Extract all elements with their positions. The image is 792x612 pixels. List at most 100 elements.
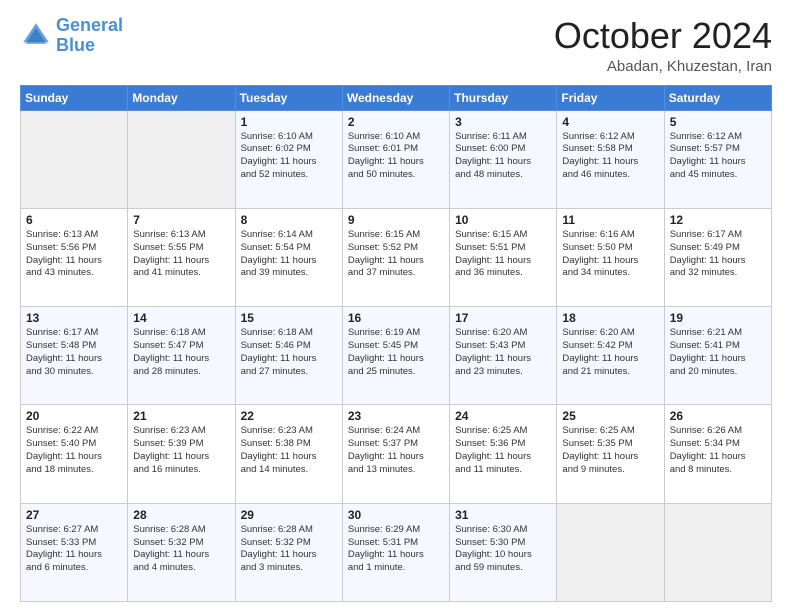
day-number: 22 [241,409,337,423]
day-number: 21 [133,409,229,423]
day-info: Sunrise: 6:15 AM Sunset: 5:52 PM Dayligh… [348,229,444,280]
day-number: 14 [133,311,229,325]
calendar-cell: 11 Sunrise: 6:16 AM Sunset: 5:50 PM Dayli… [557,208,664,306]
day-info: Sunrise: 6:18 AM Sunset: 5:46 PM Dayligh… [241,327,337,378]
day-number: 11 [562,213,658,227]
calendar-cell: 13Sunrise: 6:17 AM Sunset: 5:48 PM Dayli… [21,307,128,405]
day-info: Sunrise: 6:14 AM Sunset: 5:54 PM Dayligh… [241,229,337,280]
calendar-cell: 28Sunrise: 6:28 AM Sunset: 5:32 PM Dayli… [128,503,235,601]
day-number: 20 [26,409,122,423]
calendar-cell: 22 Sunrise: 6:23 AM Sunset: 5:38 PM Dayli… [235,405,342,503]
day-number: 18 [562,311,658,325]
day-number: 2 [348,115,444,129]
day-info: Sunrise: 6:20 AM Sunset: 5:42 PM Dayligh… [562,327,658,378]
logo-icon [20,20,52,52]
day-number: 8 [241,213,337,227]
page: General Blue October 2024 Abadan, Khuzes… [0,0,792,612]
calendar-cell: 29 Sunrise: 6:28 AM Sunset: 5:32 PM Dayli… [235,503,342,601]
day-number: 4 [562,115,658,129]
month-title: October 2024 [554,16,772,56]
calendar-header-row: SundayMondayTuesdayWednesdayThursdayFrid… [21,85,772,110]
header: General Blue October 2024 Abadan, Khuzes… [20,16,772,75]
calendar-cell: 14Sunrise: 6:18 AM Sunset: 5:47 PM Dayli… [128,307,235,405]
day-header-monday: Monday [128,85,235,110]
day-info: Sunrise: 6:10 AM Sunset: 6:02 PM Dayligh… [241,131,337,182]
logo: General Blue [20,16,123,56]
calendar-cell: 12Sunrise: 6:17 AM Sunset: 5:49 PM Dayli… [664,208,771,306]
week-row-3: 13Sunrise: 6:17 AM Sunset: 5:48 PM Dayli… [21,307,772,405]
calendar-body: 1Sunrise: 6:10 AM Sunset: 6:02 PM Daylig… [21,110,772,601]
day-info: Sunrise: 6:25 AM Sunset: 5:36 PM Dayligh… [455,425,551,476]
calendar-cell [557,503,664,601]
calendar-cell: 24 Sunrise: 6:25 AM Sunset: 5:36 PM Dayli… [450,405,557,503]
day-number: 24 [455,409,551,423]
day-number: 7 [133,213,229,227]
week-row-5: 27 Sunrise: 6:27 AM Sunset: 5:33 PM Dayli… [21,503,772,601]
day-number: 17 [455,311,551,325]
day-number: 29 [241,508,337,522]
day-info: Sunrise: 6:13 AM Sunset: 5:55 PM Dayligh… [133,229,229,280]
calendar-cell: 26 Sunrise: 6:26 AM Sunset: 5:34 PM Dayli… [664,405,771,503]
location: Abadan, Khuzestan, Iran [554,58,772,75]
day-info: Sunrise: 6:28 AM Sunset: 5:32 PM Dayligh… [241,524,337,575]
day-info: Sunrise: 6:16 AM Sunset: 5:50 PM Dayligh… [562,229,658,280]
calendar-cell: 8 Sunrise: 6:14 AM Sunset: 5:54 PM Daylig… [235,208,342,306]
day-number: 30 [348,508,444,522]
day-info: Sunrise: 6:23 AM Sunset: 5:39 PM Dayligh… [133,425,229,476]
day-info: Sunrise: 6:13 AM Sunset: 5:56 PM Dayligh… [26,229,122,280]
calendar-cell [664,503,771,601]
calendar-cell: 4Sunrise: 6:12 AM Sunset: 5:58 PM Daylig… [557,110,664,208]
week-row-4: 20 Sunrise: 6:22 AM Sunset: 5:40 PM Dayli… [21,405,772,503]
day-info: Sunrise: 6:28 AM Sunset: 5:32 PM Dayligh… [133,524,229,575]
calendar-cell: 10 Sunrise: 6:15 AM Sunset: 5:51 PM Dayli… [450,208,557,306]
logo-text: General Blue [56,16,123,56]
day-info: Sunrise: 6:21 AM Sunset: 5:41 PM Dayligh… [670,327,766,378]
day-number: 31 [455,508,551,522]
day-info: Sunrise: 6:24 AM Sunset: 5:37 PM Dayligh… [348,425,444,476]
calendar-cell: 27 Sunrise: 6:27 AM Sunset: 5:33 PM Dayli… [21,503,128,601]
day-info: Sunrise: 6:26 AM Sunset: 5:34 PM Dayligh… [670,425,766,476]
day-info: Sunrise: 6:23 AM Sunset: 5:38 PM Dayligh… [241,425,337,476]
day-info: Sunrise: 6:25 AM Sunset: 5:35 PM Dayligh… [562,425,658,476]
calendar-cell: 25Sunrise: 6:25 AM Sunset: 5:35 PM Dayli… [557,405,664,503]
day-number: 19 [670,311,766,325]
day-number: 12 [670,213,766,227]
day-info: Sunrise: 6:15 AM Sunset: 5:51 PM Dayligh… [455,229,551,280]
day-number: 15 [241,311,337,325]
calendar-cell: 31 Sunrise: 6:30 AM Sunset: 5:30 PM Dayli… [450,503,557,601]
calendar-table: SundayMondayTuesdayWednesdayThursdayFrid… [20,85,772,602]
calendar-cell: 21 Sunrise: 6:23 AM Sunset: 5:39 PM Dayli… [128,405,235,503]
calendar-cell: 1Sunrise: 6:10 AM Sunset: 6:02 PM Daylig… [235,110,342,208]
day-number: 6 [26,213,122,227]
day-number: 10 [455,213,551,227]
day-number: 27 [26,508,122,522]
day-info: Sunrise: 6:10 AM Sunset: 6:01 PM Dayligh… [348,131,444,182]
week-row-2: 6 Sunrise: 6:13 AM Sunset: 5:56 PM Daylig… [21,208,772,306]
day-number: 9 [348,213,444,227]
day-header-tuesday: Tuesday [235,85,342,110]
calendar-cell: 9 Sunrise: 6:15 AM Sunset: 5:52 PM Daylig… [342,208,449,306]
calendar-cell [21,110,128,208]
day-header-friday: Friday [557,85,664,110]
day-number: 13 [26,311,122,325]
calendar-cell: 7 Sunrise: 6:13 AM Sunset: 5:55 PM Daylig… [128,208,235,306]
day-number: 26 [670,409,766,423]
day-info: Sunrise: 6:27 AM Sunset: 5:33 PM Dayligh… [26,524,122,575]
title-block: October 2024 Abadan, Khuzestan, Iran [554,16,772,75]
calendar-cell: 15 Sunrise: 6:18 AM Sunset: 5:46 PM Dayli… [235,307,342,405]
day-number: 3 [455,115,551,129]
calendar-cell: 5Sunrise: 6:12 AM Sunset: 5:57 PM Daylig… [664,110,771,208]
calendar-cell: 2 Sunrise: 6:10 AM Sunset: 6:01 PM Daylig… [342,110,449,208]
day-number: 5 [670,115,766,129]
calendar-cell: 3Sunrise: 6:11 AM Sunset: 6:00 PM Daylig… [450,110,557,208]
calendar-cell: 6 Sunrise: 6:13 AM Sunset: 5:56 PM Daylig… [21,208,128,306]
calendar-cell: 19 Sunrise: 6:21 AM Sunset: 5:41 PM Dayli… [664,307,771,405]
day-number: 23 [348,409,444,423]
calendar-cell: 16Sunrise: 6:19 AM Sunset: 5:45 PM Dayli… [342,307,449,405]
week-row-1: 1Sunrise: 6:10 AM Sunset: 6:02 PM Daylig… [21,110,772,208]
day-info: Sunrise: 6:22 AM Sunset: 5:40 PM Dayligh… [26,425,122,476]
day-header-sunday: Sunday [21,85,128,110]
day-info: Sunrise: 6:20 AM Sunset: 5:43 PM Dayligh… [455,327,551,378]
day-info: Sunrise: 6:30 AM Sunset: 5:30 PM Dayligh… [455,524,551,575]
day-info: Sunrise: 6:29 AM Sunset: 5:31 PM Dayligh… [348,524,444,575]
